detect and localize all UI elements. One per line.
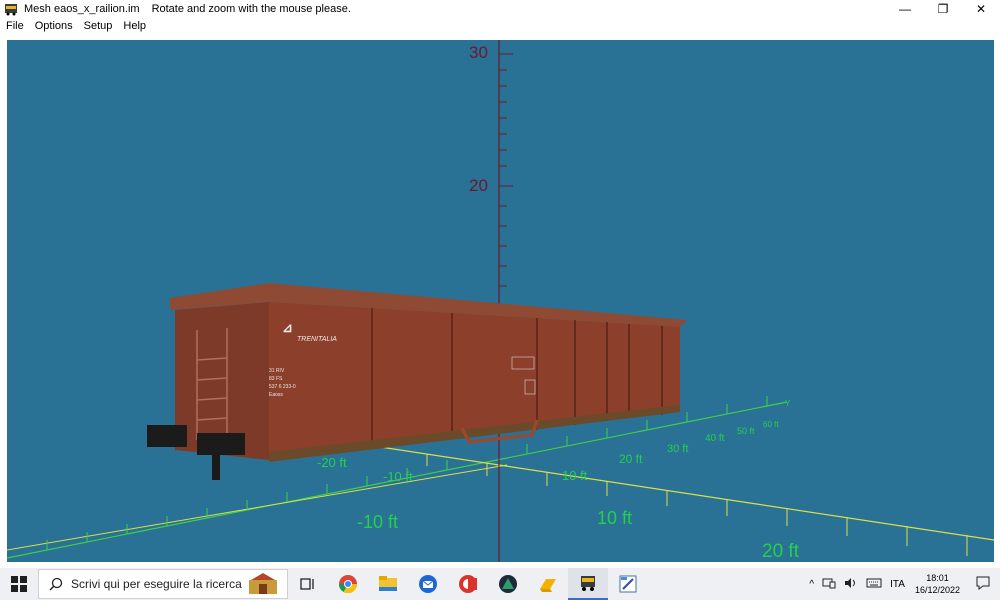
- grid-label-10-near-axis: 10 ft: [562, 468, 588, 483]
- window-hint: Rotate and zoom with the mouse please.: [151, 3, 351, 15]
- paint-icon: [619, 575, 637, 593]
- menu-bar: File Options Setup Help: [0, 18, 1000, 34]
- clock[interactable]: 18:01 16/12/2022: [909, 572, 966, 596]
- network-icon[interactable]: [818, 577, 840, 592]
- menu-help[interactable]: Help: [117, 20, 151, 32]
- dark-app-icon: [499, 575, 517, 593]
- grid-label-20: 20 ft: [619, 452, 643, 466]
- thunderbird-icon: [419, 575, 437, 593]
- taskbar-app-yellow[interactable]: [528, 568, 568, 600]
- taskbar-app-paint[interactable]: [608, 568, 648, 600]
- grid-ticks-near: [426, 454, 968, 556]
- title-bar: Mesh eaos_x_railion.im Rotate and zoom w…: [0, 0, 1000, 18]
- language-indicator[interactable]: ITA: [886, 579, 909, 590]
- taskbar-search[interactable]: Scrivi qui per eseguire la ricerca: [38, 569, 288, 599]
- volume-icon[interactable]: [840, 577, 862, 592]
- search-placeholder: Scrivi qui per eseguire la ricerca: [71, 577, 242, 591]
- search-icon: [49, 577, 63, 591]
- grid-label-60: 60 ft: [763, 420, 779, 429]
- minimize-button[interactable]: —: [886, 0, 924, 18]
- windows-icon: [11, 576, 27, 592]
- scene-svg: ⊿ TRENITALIA 31 RIV 83 FS 537 6 233-0 Ea…: [7, 40, 994, 562]
- ccleaner-icon: [459, 575, 477, 593]
- system-tray: ^ ITA 18:01 16/12/2022: [805, 568, 1000, 600]
- taskbar-app-train[interactable]: [568, 568, 608, 600]
- notifications-icon[interactable]: [966, 576, 1000, 593]
- grid-line-left: [7, 464, 508, 551]
- near-label-20: 20 ft: [762, 541, 800, 562]
- chevron-up-icon[interactable]: ^: [805, 579, 818, 590]
- grid-label-neg20: -20 ft: [317, 455, 347, 470]
- wagon-model: ⊿ TRENITALIA 31 RIV 83 FS 537 6 233-0 Ea…: [147, 283, 687, 480]
- app-icon: [4, 2, 18, 16]
- search-highlight-icon: [249, 573, 277, 594]
- wagon-code-4: Eaoss: [269, 392, 283, 398]
- keyboard-icon[interactable]: [862, 577, 886, 592]
- start-button[interactable]: [0, 568, 38, 600]
- wagon-code-1: 31 RIV: [269, 368, 285, 374]
- taskbar-app-dark[interactable]: [488, 568, 528, 600]
- svg-text:⊿: ⊿: [282, 320, 293, 335]
- menu-setup[interactable]: Setup: [78, 20, 118, 32]
- taskbar-file-explorer[interactable]: [368, 568, 408, 600]
- taskbar-thunderbird[interactable]: [408, 568, 448, 600]
- grid-label-50: 50 ft: [737, 426, 755, 436]
- wagon-code-2: 83 FS: [269, 376, 283, 382]
- grid-label-40: 40 ft: [705, 433, 725, 444]
- grid-line-near: [366, 444, 994, 541]
- wagon-brand: TRENITALIA: [297, 336, 337, 343]
- vertical-label-20: 20: [469, 176, 488, 195]
- grid-label-neg10: -10 ft: [383, 469, 413, 484]
- near-label-neg10: -10 ft: [357, 512, 398, 532]
- folder-icon: [379, 576, 397, 591]
- vertical-label-30: 30: [469, 43, 488, 62]
- clock-time: 18:01: [926, 573, 949, 583]
- menu-options[interactable]: Options: [29, 20, 78, 32]
- taskbar-chrome[interactable]: [328, 568, 368, 600]
- restore-button[interactable]: ❐: [924, 0, 962, 18]
- task-view-icon: [300, 578, 314, 590]
- mesh-viewport[interactable]: ⊿ TRENITALIA 31 RIV 83 FS 537 6 233-0 Ea…: [7, 40, 994, 562]
- window-title: Mesh eaos_x_railion.im: [24, 3, 140, 15]
- drive-icon: [540, 579, 556, 592]
- taskbar: Scrivi qui per eseguire la ricerca ^ ITA…: [0, 568, 1000, 600]
- vertical-axis-ticks: [499, 53, 513, 287]
- near-label-10: 10 ft: [597, 508, 632, 528]
- train-app-icon: [581, 576, 595, 591]
- close-button[interactable]: ✕: [962, 0, 1000, 18]
- wagon-code-3: 537 6 233-0: [269, 384, 296, 390]
- clock-date: 16/12/2022: [914, 585, 960, 595]
- taskbar-app-red[interactable]: [448, 568, 488, 600]
- task-view-button[interactable]: [288, 568, 328, 600]
- chrome-icon: [339, 575, 357, 594]
- grid-label-30: 30 ft: [667, 443, 688, 455]
- axis-y-label: Y: [785, 399, 791, 408]
- menu-file[interactable]: File: [0, 20, 29, 32]
